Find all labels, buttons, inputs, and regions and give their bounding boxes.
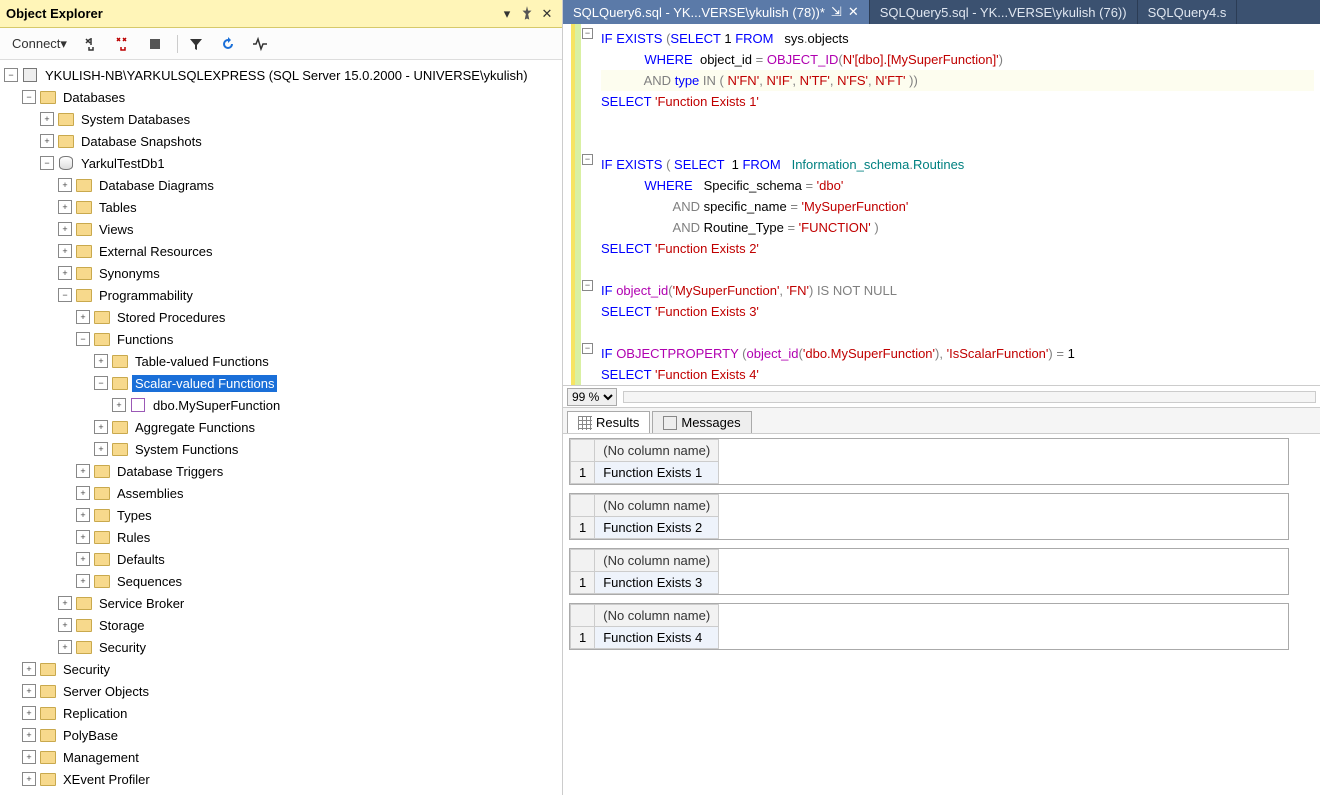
fold-icon[interactable]: − <box>582 154 593 165</box>
sysdb-node[interactable]: +System Databases <box>4 108 562 130</box>
code-text[interactable]: IF EXISTS (SELECT 1 FROM sys.objects WHE… <box>595 24 1320 385</box>
fold-icon[interactable]: − <box>582 28 593 39</box>
tab-query4[interactable]: SQLQuery4.s <box>1138 0 1238 24</box>
result-grid-2[interactable]: (No column name)1Function Exists 2 <box>569 493 1289 540</box>
dropdown-icon[interactable]: ▾ <box>498 5 516 23</box>
result-grid-1[interactable]: (No column name)1Function Exists 1 <box>569 438 1289 485</box>
repl-node[interactable]: +Replication <box>4 702 562 724</box>
prog-node[interactable]: −Programmability <box>4 284 562 306</box>
svf-node[interactable]: −Scalar-valued Functions <box>4 372 562 394</box>
separator <box>177 35 178 53</box>
result-tabs: Results Messages <box>563 407 1320 433</box>
asm-node[interactable]: +Assemblies <box>4 482 562 504</box>
fold-icon[interactable]: − <box>582 280 593 291</box>
types-node[interactable]: +Types <box>4 504 562 526</box>
result-grid-4[interactable]: (No column name)1Function Exists 4 <box>569 603 1289 650</box>
myfn-node[interactable]: +dbo.MySuperFunction <box>4 394 562 416</box>
editor-panel: SQLQuery6.sql - YK...VERSE\ykulish (78))… <box>562 0 1320 795</box>
zoom-select[interactable]: 99 % <box>567 388 617 406</box>
scroll-track[interactable] <box>623 391 1316 403</box>
document-tabs: SQLQuery6.sql - YK...VERSE\ykulish (78))… <box>563 0 1320 24</box>
explorer-toolbar: Connect ▾ <box>0 28 562 60</box>
server-node[interactable]: −YKULISH-NB\YARKULSQLEXPRESS (SQL Server… <box>4 64 562 86</box>
object-tree[interactable]: −YKULISH-NB\YARKULSQLEXPRESS (SQL Server… <box>0 60 562 795</box>
object-explorer-panel: Object Explorer ▾ ✕ Connect ▾ −YKULISH-N… <box>0 0 562 795</box>
srvobj-node[interactable]: +Server Objects <box>4 680 562 702</box>
tables-node[interactable]: +Tables <box>4 196 562 218</box>
tab-query5[interactable]: SQLQuery5.sql - YK...VERSE\ykulish (76)) <box>870 0 1138 24</box>
results-pane[interactable]: (No column name)1Function Exists 1 (No c… <box>563 433 1320 795</box>
change-margin <box>563 24 575 385</box>
testdb-node[interactable]: −YarkulTestDb1 <box>4 152 562 174</box>
snapshots-node[interactable]: +Database Snapshots <box>4 130 562 152</box>
poly-node[interactable]: +PolyBase <box>4 724 562 746</box>
filter-icon[interactable] <box>182 32 210 56</box>
aggfn-node[interactable]: +Aggregate Functions <box>4 416 562 438</box>
functions-node[interactable]: −Functions <box>4 328 562 350</box>
disconnect-icon[interactable] <box>77 32 105 56</box>
trig-node[interactable]: +Database Triggers <box>4 460 562 482</box>
connect-button[interactable]: Connect ▾ <box>6 32 73 56</box>
message-icon <box>663 416 677 430</box>
panel-title: Object Explorer <box>6 6 496 21</box>
zoom-bar: 99 % <box>563 385 1320 407</box>
xev-node[interactable]: +XEvent Profiler <box>4 768 562 790</box>
dbsec-node[interactable]: +Security <box>4 636 562 658</box>
stop-icon[interactable] <box>141 32 169 56</box>
messages-tab[interactable]: Messages <box>652 411 751 433</box>
close-icon[interactable]: ✕ <box>538 5 556 23</box>
rules-node[interactable]: +Rules <box>4 526 562 548</box>
fold-column[interactable]: − − − − <box>581 24 595 385</box>
storage-node[interactable]: +Storage <box>4 614 562 636</box>
sp-node[interactable]: +Stored Procedures <box>4 306 562 328</box>
code-editor[interactable]: − − − − IF EXISTS (SELECT 1 FROM sys.obj… <box>563 24 1320 385</box>
databases-node[interactable]: −Databases <box>4 86 562 108</box>
diagrams-node[interactable]: +Database Diagrams <box>4 174 562 196</box>
mgmt-node[interactable]: +Management <box>4 746 562 768</box>
disconnect-all-icon[interactable] <box>109 32 137 56</box>
close-tab-icon[interactable]: ✕ <box>848 4 859 20</box>
tvf-node[interactable]: +Table-valued Functions <box>4 350 562 372</box>
fold-icon[interactable]: − <box>582 343 593 354</box>
panel-titlebar: Object Explorer ▾ ✕ <box>0 0 562 28</box>
tab-query6[interactable]: SQLQuery6.sql - YK...VERSE\ykulish (78))… <box>563 0 870 24</box>
pin-icon[interactable]: ⇲ <box>831 4 842 20</box>
extres-node[interactable]: +External Resources <box>4 240 562 262</box>
views-node[interactable]: +Views <box>4 218 562 240</box>
defaults-node[interactable]: +Defaults <box>4 548 562 570</box>
refresh-icon[interactable] <box>214 32 242 56</box>
result-grid-3[interactable]: (No column name)1Function Exists 3 <box>569 548 1289 595</box>
results-tab[interactable]: Results <box>567 411 650 433</box>
synonyms-node[interactable]: +Synonyms <box>4 262 562 284</box>
sysfn-node[interactable]: +System Functions <box>4 438 562 460</box>
sb-node[interactable]: +Service Broker <box>4 592 562 614</box>
activity-icon[interactable] <box>246 32 274 56</box>
sec-node[interactable]: +Security <box>4 658 562 680</box>
pin-icon[interactable] <box>518 5 536 23</box>
grid-icon <box>578 416 592 430</box>
seq-node[interactable]: +Sequences <box>4 570 562 592</box>
